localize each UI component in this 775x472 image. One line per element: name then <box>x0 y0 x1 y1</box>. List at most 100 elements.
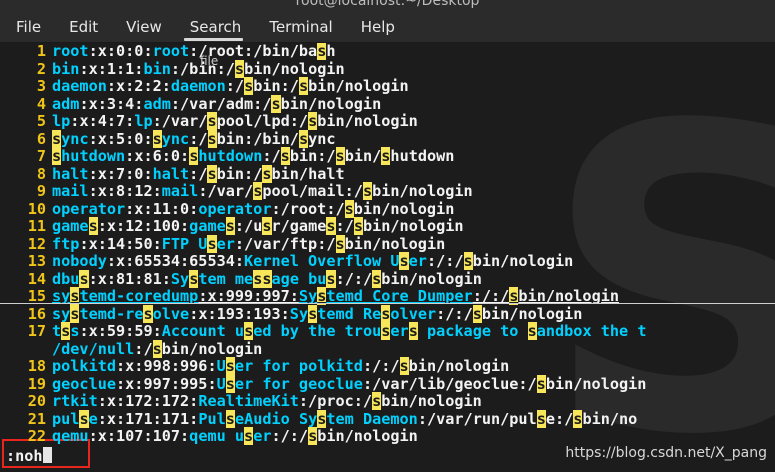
terminal-line: 20 rtkit:x:172:172:RealtimeKit:/proc:/sbi… <box>0 392 775 411</box>
line-text: :x:171:171: <box>97 409 199 428</box>
line-text: bin/nologin <box>317 427 418 445</box>
line-text: :x:5:0: <box>88 129 153 148</box>
terminal-line: 13 nobody:x:65534:65534:Kernel Overflow U… <box>0 252 775 271</box>
search-match: s <box>79 409 89 428</box>
line-text: qemu u <box>189 427 245 445</box>
line-text: :x:7:0: <box>88 164 153 183</box>
line-text: bin/nologin <box>308 77 409 95</box>
line-number: 4 <box>36 94 46 113</box>
line-text: e:/ <box>545 409 574 428</box>
menu-help[interactable]: Help <box>345 12 407 42</box>
line-text: er <box>390 322 409 340</box>
line-text: :/ <box>335 217 354 235</box>
terminal-line: 14 dbus:x:81:81:System message bus:/:/sbi… <box>0 269 775 289</box>
line-text: :/var/run/pul <box>417 409 537 428</box>
terminal-line: 4 adm:x:3:4:adm:/var/adm:/sbin/nologin <box>0 94 775 114</box>
line-text: :/ <box>225 77 245 95</box>
line-text: :/ <box>262 147 281 165</box>
line-text: er <box>253 427 272 445</box>
line-text: :x:193:193: <box>189 304 290 323</box>
line-number: 16 <box>27 304 46 323</box>
line-number: 12 <box>27 234 46 253</box>
terminal-line: 12 ftp:x:14:50:FTP User:/var/ftp:/sbin/no… <box>0 234 775 254</box>
search-match: s <box>280 147 290 165</box>
terminal-line: 2 bin:x:1:1:bin:/bin:/sbin/nologin <box>0 59 775 79</box>
search-match: s <box>189 269 199 288</box>
terminal-line: 19 geoclue:x:997:995:User for geoclue:/va… <box>0 374 775 394</box>
search-match: s <box>326 269 336 288</box>
line-text: bin/nologin <box>381 269 482 288</box>
search-match: s <box>244 77 254 95</box>
menu-terminal[interactable]: Terminal <box>253 12 344 42</box>
search-match: s <box>463 252 473 270</box>
search-match: s <box>61 322 71 340</box>
line-text: ync <box>161 129 190 148</box>
line-text: :/:/ <box>362 357 400 375</box>
terminal-line: 9 mail:x:8:12:mail:/var/spool/mail:/sbin/… <box>0 182 775 201</box>
line-text: lp <box>52 112 71 130</box>
search-match: s <box>317 43 327 60</box>
line-text: :/ <box>189 129 208 148</box>
line-text: :x:65534:65534: <box>106 252 245 270</box>
line-text: operator <box>52 199 126 218</box>
line-text: geoclue <box>52 374 117 393</box>
line-text: r/game <box>271 217 327 235</box>
line-text: RealtimeKit <box>198 392 299 410</box>
line-text: dbu <box>52 269 80 288</box>
search-match: s <box>207 164 217 183</box>
line-text: hutdown <box>61 147 126 165</box>
command-line[interactable]: :noh https://blog.csdn.net/X_pang <box>0 439 775 472</box>
search-match: s <box>372 392 382 410</box>
line-text: bin/nologin <box>381 392 482 410</box>
line-number: 19 <box>27 374 46 393</box>
line-text: bin/nologin <box>362 217 464 235</box>
terminal-area[interactable]: S 1 root:x:0:0:root:/root:/bin/bash 2 bin:x… <box>0 43 775 445</box>
line-text: :/var/adm:/ <box>170 94 272 113</box>
menu-edit[interactable]: Edit <box>53 12 110 42</box>
line-text: Sy <box>289 304 309 323</box>
line-text: :x:6:0: <box>125 147 190 165</box>
line-text: :/:/ <box>426 252 464 270</box>
search-match: s <box>326 217 336 235</box>
menu-file[interactable]: File <box>0 12 53 42</box>
line-text: bin/nologin <box>481 304 583 323</box>
line-text: :x:107:107: <box>88 427 190 445</box>
line-text: temd-re <box>79 304 144 323</box>
line-text: :x:1:1: <box>79 59 144 78</box>
line-text: :/root:/ <box>271 199 345 218</box>
line-text: Pul <box>198 409 226 428</box>
line-number: 10 <box>27 199 46 218</box>
terminal-line: /dev/null:/sbin/nologin <box>0 339 775 359</box>
search-match: s <box>225 217 235 235</box>
search-match: s <box>262 164 272 183</box>
line-text: nobody <box>52 252 107 270</box>
line-text: bin <box>143 59 171 78</box>
line-text: ftp <box>52 234 80 253</box>
menu-search[interactable]: Search <box>174 12 254 42</box>
line-number: 3 <box>36 77 46 95</box>
search-match: s <box>143 304 153 323</box>
line-text: hutdown <box>198 147 263 165</box>
line-text: U <box>216 374 226 393</box>
line-text: ync <box>308 129 336 148</box>
line-text: bin/nologin <box>280 94 382 113</box>
line-number: 20 <box>27 392 46 410</box>
line-text: age bu <box>271 269 327 288</box>
title-bar: root@localhost:~/Desktop <box>0 0 775 12</box>
search-match: s <box>234 59 245 78</box>
line-text: root <box>52 43 89 60</box>
line-text: tem Daemon <box>326 409 418 428</box>
search-match: s <box>308 304 318 323</box>
search-match: s <box>152 129 162 148</box>
line-text: lp <box>134 112 153 130</box>
line-text: adm <box>143 94 171 113</box>
menu-view[interactable]: View <box>110 12 174 42</box>
line-text: :x:997:995: <box>116 374 217 393</box>
line-text: package to <box>417 322 528 340</box>
line-number: 6 <box>36 129 46 148</box>
search-match: s <box>244 322 254 340</box>
search-match: s <box>52 147 62 165</box>
line-text: er for geoclue <box>234 374 363 393</box>
line-text: :x:8:12: <box>88 182 162 200</box>
line-text: h <box>326 43 336 60</box>
